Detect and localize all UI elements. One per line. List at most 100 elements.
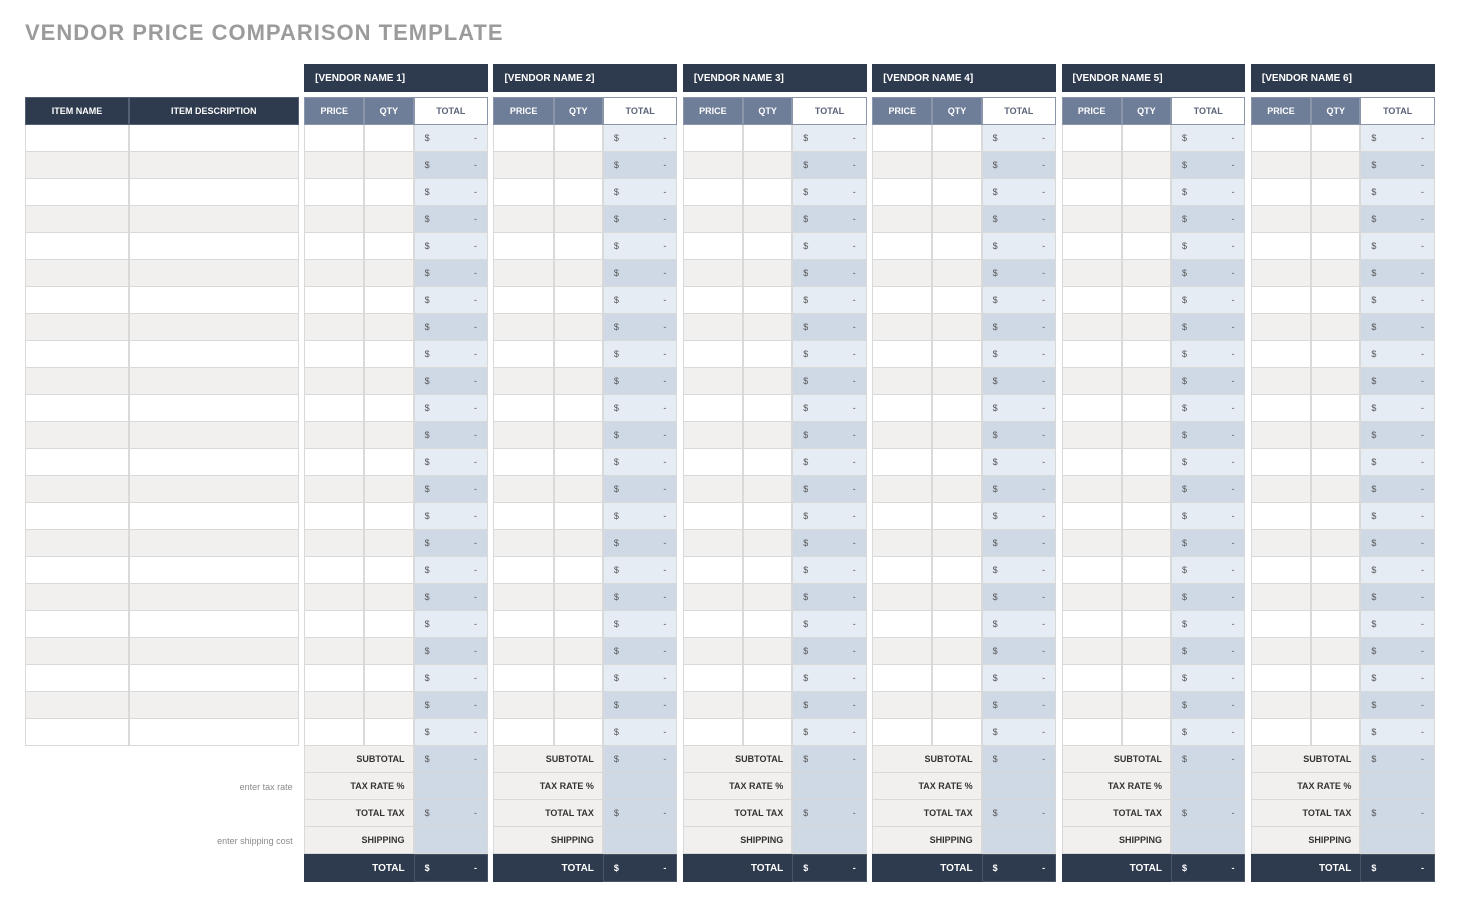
cell-qty[interactable] bbox=[932, 287, 981, 314]
cell-price[interactable] bbox=[683, 584, 743, 611]
cell-item-desc[interactable] bbox=[129, 638, 299, 665]
cell-qty[interactable] bbox=[1311, 557, 1360, 584]
cell-price[interactable] bbox=[493, 233, 553, 260]
cell-price[interactable] bbox=[1062, 584, 1122, 611]
cell-price[interactable] bbox=[683, 152, 743, 179]
summary-input[interactable] bbox=[1360, 827, 1435, 854]
cell-price[interactable] bbox=[1251, 557, 1311, 584]
cell-price[interactable] bbox=[493, 449, 553, 476]
cell-price[interactable] bbox=[872, 557, 932, 584]
cell-item-desc[interactable] bbox=[129, 179, 299, 206]
cell-price[interactable] bbox=[683, 719, 743, 746]
cell-qty[interactable] bbox=[554, 449, 603, 476]
cell-price[interactable] bbox=[1251, 503, 1311, 530]
cell-price[interactable] bbox=[872, 260, 932, 287]
cell-price[interactable] bbox=[1062, 260, 1122, 287]
cell-price[interactable] bbox=[872, 152, 932, 179]
cell-price[interactable] bbox=[683, 260, 743, 287]
cell-qty[interactable] bbox=[554, 206, 603, 233]
cell-price[interactable] bbox=[493, 611, 553, 638]
cell-price[interactable] bbox=[493, 287, 553, 314]
cell-price[interactable] bbox=[683, 530, 743, 557]
cell-price[interactable] bbox=[1251, 287, 1311, 314]
cell-price[interactable] bbox=[493, 314, 553, 341]
cell-item-desc[interactable] bbox=[129, 422, 299, 449]
cell-qty[interactable] bbox=[1122, 665, 1171, 692]
cell-price[interactable] bbox=[683, 638, 743, 665]
cell-price[interactable] bbox=[872, 233, 932, 260]
cell-qty[interactable] bbox=[1122, 179, 1171, 206]
cell-item-desc[interactable] bbox=[129, 206, 299, 233]
cell-qty[interactable] bbox=[554, 557, 603, 584]
cell-price[interactable] bbox=[1062, 395, 1122, 422]
summary-input[interactable] bbox=[603, 827, 677, 854]
cell-qty[interactable] bbox=[364, 665, 413, 692]
cell-price[interactable] bbox=[304, 638, 364, 665]
cell-price[interactable] bbox=[872, 611, 932, 638]
cell-qty[interactable] bbox=[1122, 395, 1171, 422]
cell-qty[interactable] bbox=[1311, 395, 1360, 422]
cell-price[interactable] bbox=[493, 260, 553, 287]
cell-price[interactable] bbox=[1062, 287, 1122, 314]
cell-qty[interactable] bbox=[932, 449, 981, 476]
cell-qty[interactable] bbox=[932, 125, 981, 152]
cell-qty[interactable] bbox=[743, 260, 792, 287]
cell-price[interactable] bbox=[304, 260, 364, 287]
cell-price[interactable] bbox=[872, 368, 932, 395]
cell-price[interactable] bbox=[304, 179, 364, 206]
cell-qty[interactable] bbox=[743, 206, 792, 233]
cell-price[interactable] bbox=[1251, 233, 1311, 260]
cell-qty[interactable] bbox=[932, 341, 981, 368]
cell-item-desc[interactable] bbox=[129, 233, 299, 260]
cell-qty[interactable] bbox=[554, 503, 603, 530]
cell-price[interactable] bbox=[493, 125, 553, 152]
cell-item-name[interactable] bbox=[25, 557, 129, 584]
summary-input[interactable] bbox=[792, 827, 866, 854]
cell-qty[interactable] bbox=[1311, 260, 1360, 287]
cell-qty[interactable] bbox=[743, 395, 792, 422]
cell-price[interactable] bbox=[1251, 665, 1311, 692]
cell-qty[interactable] bbox=[1122, 125, 1171, 152]
summary-input[interactable] bbox=[1171, 773, 1245, 800]
cell-item-name[interactable] bbox=[25, 584, 129, 611]
cell-price[interactable] bbox=[1251, 584, 1311, 611]
cell-qty[interactable] bbox=[932, 260, 981, 287]
cell-qty[interactable] bbox=[932, 719, 981, 746]
cell-price[interactable] bbox=[304, 314, 364, 341]
cell-price[interactable] bbox=[1251, 476, 1311, 503]
cell-qty[interactable] bbox=[1311, 233, 1360, 260]
cell-qty[interactable] bbox=[1122, 152, 1171, 179]
cell-price[interactable] bbox=[1251, 341, 1311, 368]
cell-qty[interactable] bbox=[932, 422, 981, 449]
cell-qty[interactable] bbox=[1311, 125, 1360, 152]
cell-item-name[interactable] bbox=[25, 152, 129, 179]
cell-qty[interactable] bbox=[1311, 530, 1360, 557]
cell-item-name[interactable] bbox=[25, 341, 129, 368]
cell-item-name[interactable] bbox=[25, 719, 129, 746]
cell-price[interactable] bbox=[1062, 692, 1122, 719]
cell-qty[interactable] bbox=[364, 314, 413, 341]
cell-price[interactable] bbox=[1251, 692, 1311, 719]
cell-qty[interactable] bbox=[1311, 665, 1360, 692]
cell-qty[interactable] bbox=[554, 152, 603, 179]
cell-qty[interactable] bbox=[743, 341, 792, 368]
cell-qty[interactable] bbox=[932, 368, 981, 395]
summary-input[interactable] bbox=[414, 827, 488, 854]
cell-item-name[interactable] bbox=[25, 692, 129, 719]
cell-price[interactable] bbox=[1062, 611, 1122, 638]
cell-price[interactable] bbox=[304, 206, 364, 233]
cell-price[interactable] bbox=[1251, 179, 1311, 206]
cell-qty[interactable] bbox=[932, 503, 981, 530]
cell-qty[interactable] bbox=[1311, 611, 1360, 638]
cell-price[interactable] bbox=[1251, 611, 1311, 638]
cell-qty[interactable] bbox=[1122, 719, 1171, 746]
cell-qty[interactable] bbox=[1122, 611, 1171, 638]
cell-price[interactable] bbox=[872, 395, 932, 422]
cell-qty[interactable] bbox=[554, 179, 603, 206]
cell-qty[interactable] bbox=[364, 152, 413, 179]
cell-item-desc[interactable] bbox=[129, 611, 299, 638]
summary-input[interactable] bbox=[414, 773, 488, 800]
cell-price[interactable] bbox=[872, 503, 932, 530]
cell-price[interactable] bbox=[872, 638, 932, 665]
cell-price[interactable] bbox=[683, 395, 743, 422]
